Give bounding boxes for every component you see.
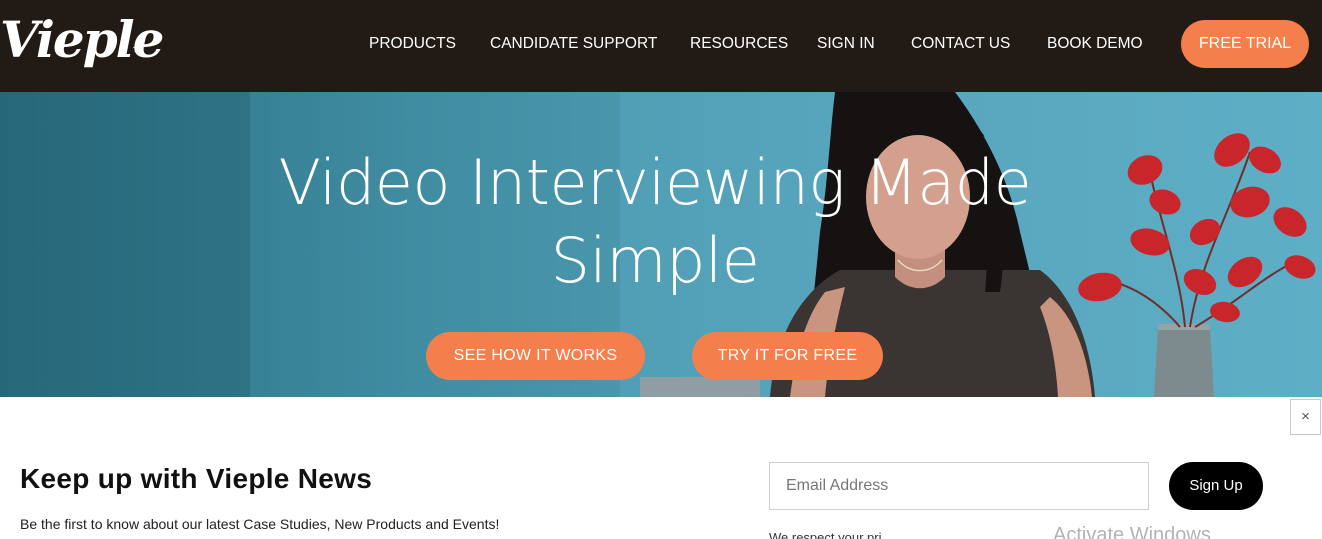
see-how-it-works-button[interactable]: SEE HOW IT WORKS	[426, 332, 645, 380]
trademark-mark: TM	[133, 47, 144, 54]
hero-title-line-2: Simple	[550, 224, 760, 297]
nav-candidate-support[interactable]: CANDIDATE SUPPORT	[490, 34, 657, 54]
nav-contact-us[interactable]: CONTACT US	[911, 34, 1010, 54]
activate-windows-watermark: Activate Windows	[1053, 524, 1211, 539]
newsletter-subtitle: Be the first to know about our latest Ca…	[20, 516, 500, 532]
hero-banner: Video Interviewing Made Simple SEE HOW I…	[0, 92, 1322, 397]
site-header: Vieple TM PRODUCTS CANDIDATE SUPPORT RES…	[0, 0, 1322, 92]
vieple-logo[interactable]: Vieple	[0, 10, 164, 70]
email-address-input[interactable]	[769, 462, 1149, 510]
nav-resources[interactable]: RESOURCES	[690, 34, 788, 54]
nav-sign-in[interactable]: SIGN IN	[817, 34, 875, 54]
hero-title-line-1: Video Interviewing Made	[278, 146, 1032, 219]
try-it-for-free-button[interactable]: TRY IT FOR FREE	[692, 332, 883, 380]
privacy-note: We respect your pri	[769, 530, 882, 539]
free-trial-button[interactable]: FREE TRIAL	[1181, 20, 1309, 68]
newsletter-title: Keep up with Vieple News	[20, 463, 373, 494]
hero-title: Video Interviewing Made Simple	[250, 144, 1060, 300]
sign-up-button[interactable]: Sign Up	[1169, 462, 1263, 510]
nav-products[interactable]: PRODUCTS	[369, 34, 456, 54]
close-popup-button[interactable]: ×	[1290, 399, 1321, 435]
nav-book-demo[interactable]: BOOK DEMO	[1047, 34, 1143, 54]
